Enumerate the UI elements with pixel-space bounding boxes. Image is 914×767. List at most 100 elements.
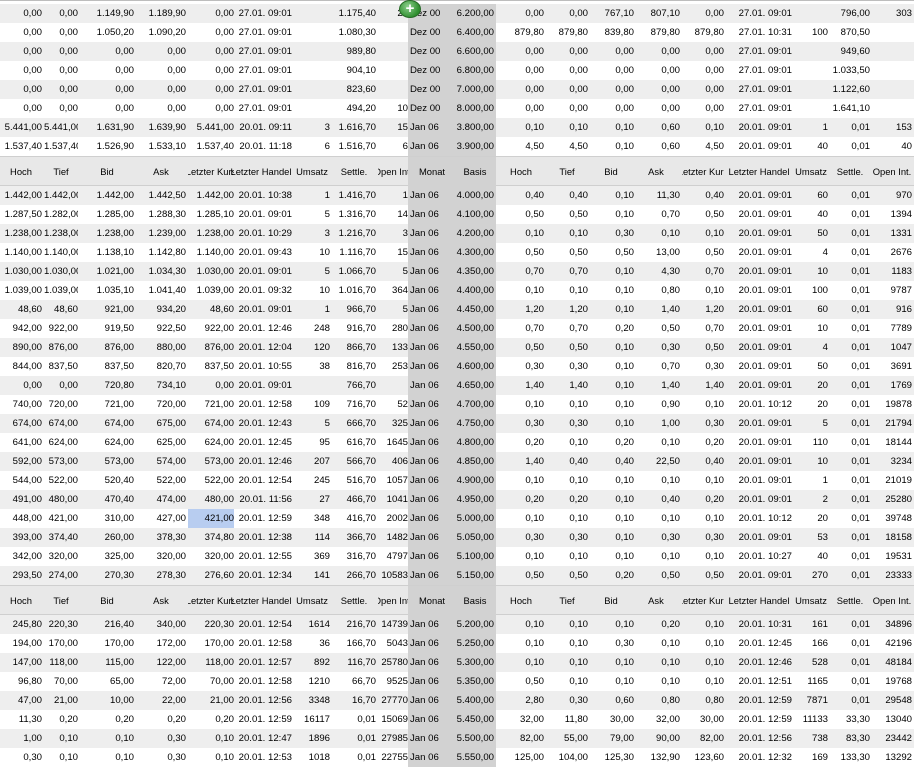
table-row[interactable]: 194,00 170,00 170,00 172,00 170,00 20.01. 12:… (0, 634, 914, 653)
cell-bid-2[interactable]: 0,10 (588, 118, 634, 137)
cell-umsatz-2[interactable]: 11133 (794, 710, 828, 729)
cell-settle-2[interactable]: 1.641,10 (830, 99, 870, 118)
cell-letzter-kurs[interactable]: 674,00 (188, 414, 234, 433)
cell-open-int[interactable]: 280 (378, 319, 408, 338)
cell-letzter-kurs-2[interactable]: 0,30 (682, 414, 724, 433)
cell-hoch-2[interactable]: 0,70 (498, 319, 544, 338)
cell-settle-2[interactable]: 0,01 (830, 653, 870, 672)
cell-letzter-kurs[interactable]: 421,00 (188, 509, 234, 528)
cell-open-int-2[interactable] (872, 80, 912, 99)
cell-umsatz-2[interactable]: 110 (794, 433, 828, 452)
header-umsatz[interactable]: Umsatz (294, 157, 330, 187)
cell-open-int-2[interactable] (872, 99, 912, 118)
cell-letzter-kurs-2[interactable]: 0,20 (682, 433, 724, 452)
cell-letzter-handel-2[interactable]: 20.01. 09:01 (726, 186, 792, 205)
cell-ask[interactable]: 0,30 (136, 748, 186, 767)
cell-monat[interactable]: Jan 06 (410, 118, 454, 137)
cell-umsatz-2[interactable]: 20 (794, 395, 828, 414)
cell-hoch-2[interactable]: 0,10 (498, 395, 544, 414)
cell-umsatz-2[interactable]: 20 (794, 376, 828, 395)
cell-basis[interactable]: 8.000,00 (456, 99, 494, 118)
cell-bid[interactable]: 876,00 (80, 338, 134, 357)
cell-hoch[interactable]: 1,00 (0, 729, 42, 748)
cell-monat[interactable]: Jan 06 (410, 691, 454, 710)
cell-letzter-handel[interactable]: 20.01. 11:56 (230, 490, 292, 509)
cell-settle-2[interactable]: 0,01 (830, 414, 870, 433)
header-bid-2[interactable]: Bid (588, 586, 634, 616)
cell-settle-2[interactable]: 0,01 (830, 262, 870, 281)
cell-tief-2[interactable]: 0,70 (546, 319, 588, 338)
table-row[interactable]: 11,30 0,20 0,20 0,20 0,20 20.01. 12:59 16117 0,… (0, 710, 914, 729)
cell-bid[interactable]: 720,80 (80, 376, 134, 395)
cell-ask[interactable]: 1.041,40 (136, 281, 186, 300)
cell-open-int-2[interactable]: 23442 (872, 729, 912, 748)
cell-open-int[interactable]: 2002 (378, 509, 408, 528)
cell-umsatz-2[interactable]: 7871 (794, 691, 828, 710)
cell-letzter-kurs[interactable]: 876,00 (188, 338, 234, 357)
table-row[interactable]: 96,80 70,00 65,00 72,00 70,00 20.01. 12:58 121… (0, 672, 914, 691)
cell-umsatz[interactable]: 27 (294, 490, 330, 509)
table-row[interactable]: 1.140,00 1.140,00 1.138,10 1.142,80 1.140,00… (0, 243, 914, 262)
cell-bid-2[interactable]: 0,10 (588, 653, 634, 672)
cell-basis[interactable]: 5.150,00 (456, 566, 494, 585)
cell-hoch-2[interactable]: 82,00 (498, 729, 544, 748)
cell-tief-2[interactable]: 0,10 (546, 653, 588, 672)
cell-settle[interactable]: 316,70 (332, 547, 376, 566)
cell-tief-2[interactable]: 0,10 (546, 547, 588, 566)
table-row[interactable]: 844,00 837,50 837,50 820,70 837,50 20.01. 10:… (0, 357, 914, 376)
cell-bid-2[interactable]: 0,20 (588, 433, 634, 452)
cell-letzter-kurs[interactable]: 0,00 (188, 99, 234, 118)
cell-bid[interactable]: 1.526,90 (80, 137, 134, 156)
cell-umsatz-2[interactable]: 40 (794, 205, 828, 224)
cell-hoch-2[interactable]: 0,10 (498, 634, 544, 653)
cell-open-int[interactable]: 14 (378, 205, 408, 224)
cell-settle[interactable]: 1.016,70 (332, 281, 376, 300)
cell-umsatz[interactable] (294, 99, 330, 118)
cell-tief-2[interactable]: 0,10 (546, 224, 588, 243)
cell-basis[interactable]: 3.900,00 (456, 137, 494, 156)
cell-bid-2[interactable]: 79,00 (588, 729, 634, 748)
cell-umsatz[interactable]: 207 (294, 452, 330, 471)
cell-hoch-2[interactable]: 0,00 (498, 99, 544, 118)
header-tief-2[interactable]: Tief (546, 157, 588, 187)
cell-umsatz-2[interactable]: 20 (794, 509, 828, 528)
cell-umsatz[interactable]: 3348 (294, 691, 330, 710)
cell-basis[interactable]: 5.250,00 (456, 634, 494, 653)
cell-open-int-2[interactable]: 153 (872, 118, 912, 137)
cell-letzter-kurs-2[interactable]: 0,10 (682, 509, 724, 528)
table-row[interactable]: 942,00 922,00 919,50 922,50 922,00 20.01. 12:… (0, 319, 914, 338)
cell-bid-2[interactable]: 0,10 (588, 672, 634, 691)
cell-tief[interactable]: 1.238,00 (44, 224, 78, 243)
cell-settle[interactable]: 1.516,70 (332, 137, 376, 156)
cell-tief[interactable]: 21,00 (44, 691, 78, 710)
cell-letzter-handel-2[interactable]: 20.01. 10:31 (726, 615, 792, 634)
cell-umsatz[interactable]: 5 (294, 205, 330, 224)
cell-settle[interactable]: 966,70 (332, 300, 376, 319)
cell-bid-2[interactable]: 0,10 (588, 300, 634, 319)
cell-tief[interactable]: 573,00 (44, 452, 78, 471)
cell-umsatz[interactable]: 95 (294, 433, 330, 452)
cell-ask[interactable]: 1.288,30 (136, 205, 186, 224)
cell-ask[interactable]: 320,00 (136, 547, 186, 566)
header-open-int-2[interactable]: Open Int. (872, 586, 912, 616)
cell-open-int[interactable]: 1 (378, 186, 408, 205)
cell-letzter-handel-2[interactable]: 27.01. 09:01 (726, 61, 792, 80)
cell-letzter-handel[interactable]: 20.01. 12:58 (230, 634, 292, 653)
header-hoch-2[interactable]: Hoch (498, 157, 544, 187)
cell-tief-2[interactable]: 0,10 (546, 672, 588, 691)
cell-letzter-kurs-2[interactable]: 1,40 (682, 376, 724, 395)
cell-settle-2[interactable]: 0,01 (830, 376, 870, 395)
cell-bid[interactable]: 674,00 (80, 414, 134, 433)
cell-letzter-kurs[interactable]: 624,00 (188, 433, 234, 452)
cell-settle[interactable]: 1.216,70 (332, 224, 376, 243)
header-tief[interactable]: Tief (44, 586, 78, 616)
cell-basis[interactable]: 4.500,00 (456, 319, 494, 338)
cell-bid[interactable]: 837,50 (80, 357, 134, 376)
cell-basis[interactable]: 4.750,00 (456, 414, 494, 433)
cell-settle-2[interactable]: 0,01 (830, 691, 870, 710)
cell-open-int[interactable]: 1482 (378, 528, 408, 547)
table-row[interactable]: 740,00 720,00 721,00 720,00 721,00 20.01. 12:… (0, 395, 914, 414)
table-row[interactable]: 393,00 374,40 260,00 378,30 374,80 20.01. 12:… (0, 528, 914, 547)
cell-umsatz-2[interactable]: 1165 (794, 672, 828, 691)
cell-settle-2[interactable]: 0,01 (830, 243, 870, 262)
